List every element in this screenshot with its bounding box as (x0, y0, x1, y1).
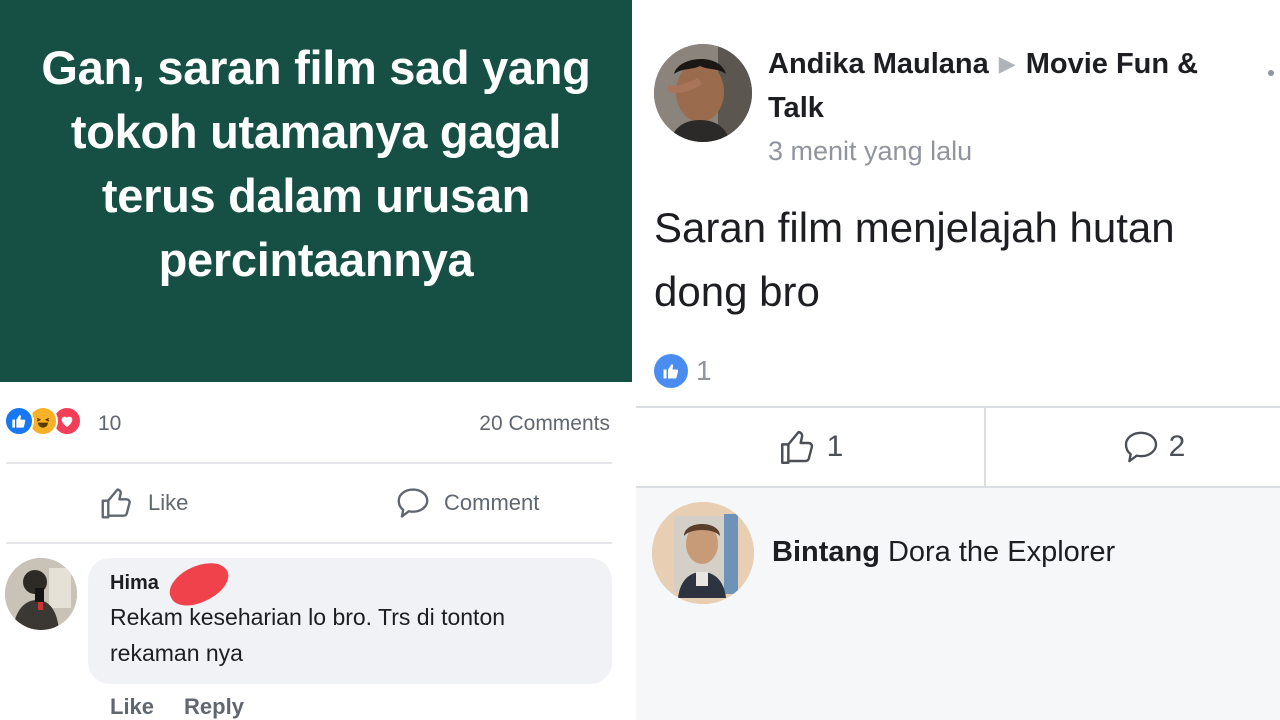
comment-button[interactable]: 2 (986, 408, 1280, 486)
comment-label: Comment (444, 490, 540, 515)
divider (6, 542, 612, 544)
arrow-right-icon: ▶ (998, 51, 1016, 76)
commenter-avatar[interactable] (5, 558, 77, 630)
like-badge-icon (654, 354, 688, 388)
comment-bubble-icon (1124, 431, 1157, 463)
comment-like-link[interactable]: Like (110, 694, 154, 720)
reaction-icons (4, 406, 82, 442)
comment-bubble: Hima Rekam keseharian lo bro. Trs di ton… (88, 553, 612, 684)
comment-text: Rekam keseharian lo bro. Trs di tonton r… (110, 604, 506, 666)
comment-bubble-icon (397, 488, 429, 518)
like-button[interactable]: 1 (636, 408, 984, 486)
post-timestamp[interactable]: 3 menit yang lalu (768, 136, 972, 167)
post-header-area: Andika Maulana ▶ Movie Fun & Talk 3 menit … (636, 0, 1280, 406)
thumbs-up-icon (780, 430, 813, 464)
comment-author-name[interactable]: Hima (110, 572, 159, 594)
post-text-banner: Gan, saran film sad yang tokoh utamanya … (0, 0, 632, 382)
like-button[interactable]: Like (98, 482, 188, 524)
reply-section: Bintang Dora the Explorer (636, 488, 1280, 720)
thumbs-up-icon (101, 488, 131, 519)
post-actions: Like Comment (0, 478, 632, 528)
reply-text: Dora the Explorer (887, 536, 1116, 568)
banner-text: Gan, saran film sad yang tokoh utamanya … (41, 41, 591, 286)
reply-author[interactable]: Bintang (772, 536, 880, 568)
comment-count: 2 (1168, 430, 1186, 463)
right-screenshot-panel: Andika Maulana ▶ Movie Fun & Talk 3 menit … (636, 0, 1280, 720)
like-label: Like (148, 490, 189, 515)
post-text: Saran film menjelajah hutan dong bro (654, 204, 1175, 315)
reply-author-avatar[interactable] (652, 502, 754, 604)
comment-button[interactable]: Comment (394, 482, 539, 524)
divider (6, 462, 612, 464)
post-author-line: Andika Maulana ▶ Movie Fun & Talk (768, 42, 1258, 130)
author-avatar[interactable] (654, 44, 752, 142)
reply-comment: Bintang Dora the Explorer (772, 536, 1115, 569)
comment-author[interactable]: Hima (110, 553, 590, 615)
like-reaction-icon (4, 406, 34, 436)
author-name[interactable]: Andika Maulana (768, 48, 989, 80)
post-actions: 1 2 (636, 408, 1280, 486)
more-options-icon[interactable] (1268, 70, 1274, 76)
comments-count-link[interactable]: 20 Comments (479, 412, 610, 436)
comment-item: Hima Rekam keseharian lo bro. Trs di ton… (0, 553, 632, 720)
reaction-count: 10 (98, 412, 122, 435)
comment-actions: Like Reply (110, 694, 244, 720)
comment-reply-link[interactable]: Reply (184, 694, 244, 720)
reactions-summary[interactable]: 10 20 Comments (0, 404, 632, 444)
left-screenshot-panel: Gan, saran film sad yang tokoh utamanya … (0, 0, 632, 720)
like-count: 1 (826, 430, 844, 463)
like-summary[interactable]: 1 (654, 354, 712, 388)
like-summary-count: 1 (696, 355, 712, 386)
